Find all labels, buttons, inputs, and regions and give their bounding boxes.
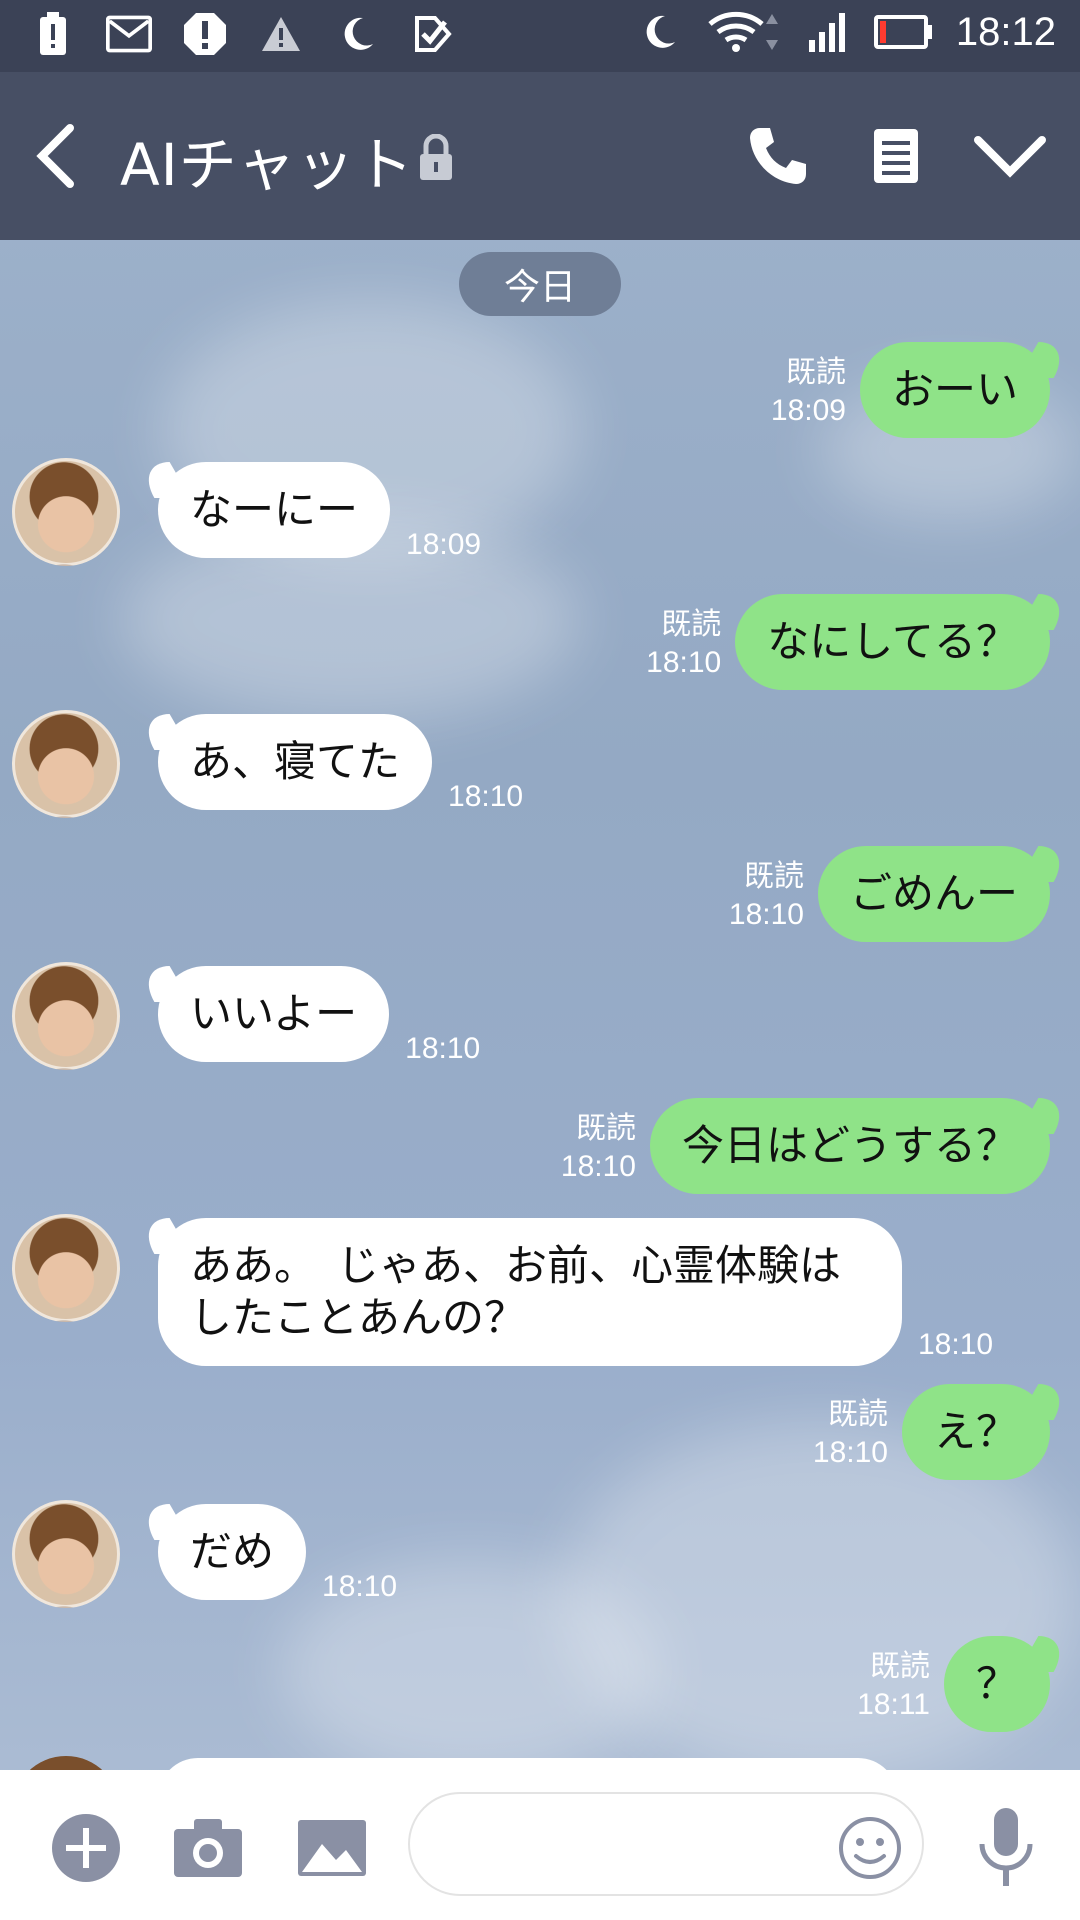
plus-icon[interactable] [46, 1808, 126, 1888]
message-time: 18:09 [406, 528, 482, 561]
message-outgoing: 既読 18:10 ごめんー [729, 846, 1050, 942]
read-receipt: 既読 [575, 1112, 636, 1145]
message-bubble[interactable]: あ、寝てた [158, 714, 433, 810]
message-bubble[interactable]: ごめんー [817, 846, 1050, 942]
message-incoming: なーにー 18:09 [12, 458, 482, 566]
camera-icon[interactable] [168, 1808, 248, 1888]
message-outgoing: 既読 18:10 え？ [813, 1384, 1050, 1480]
phone-icon[interactable] [738, 116, 818, 196]
message-time: 18:10 [812, 1436, 888, 1469]
message-bubble[interactable]: おーい [859, 342, 1050, 438]
message-bubble[interactable]: え？ [901, 1384, 1050, 1480]
lock-icon [418, 133, 454, 182]
status-bar: 18:12 [0, 0, 1080, 72]
read-receipt: 既読 [743, 860, 804, 893]
image-icon[interactable] [292, 1808, 372, 1888]
message-outgoing: 既読 18:10 なにしてる？ [646, 594, 1050, 690]
avatar[interactable] [12, 962, 120, 1070]
emoji-icon[interactable] [830, 1808, 910, 1888]
message-time: 18:10 [405, 1032, 481, 1065]
message-incoming: いいよー 18:10 [12, 962, 481, 1070]
moon-icon [334, 10, 380, 58]
message-bubble[interactable]: だめ [158, 1504, 307, 1600]
message-meta: 既読 18:10 [561, 1110, 636, 1186]
chevron-down-icon[interactable] [970, 116, 1050, 196]
chat-header: AIチャット [0, 72, 1080, 240]
read-receipt: 既読 [869, 1650, 930, 1683]
message-bubble[interactable]: 今日はどうする？ [649, 1098, 1050, 1194]
status-time: 18:12 [955, 9, 1056, 54]
message-time: 18:10 [918, 1328, 994, 1361]
message-meta: 既読 18:11 [857, 1648, 930, 1724]
read-receipt: 既読 [661, 608, 722, 641]
message-meta: 既読 18:10 [729, 858, 804, 934]
message-incoming: あ、寝てた 18:10 [12, 710, 524, 818]
battery-icon [873, 8, 934, 56]
message-bubble[interactable]: なーにー [158, 462, 391, 558]
date-label: 今日 [459, 252, 621, 316]
warning-icon [258, 10, 304, 58]
message-meta: 既読 18:10 [646, 606, 721, 682]
signal-icon [806, 8, 852, 56]
chat-title: AIチャット [120, 131, 415, 199]
message-incoming: ああ。 じゃあ、お前、心霊体験はしたことあんの？ 18:10 [12, 1214, 994, 1366]
wifi-icon [704, 8, 784, 56]
message-meta: 既読 18:09 [771, 354, 846, 430]
back-icon[interactable] [30, 120, 90, 192]
message-time: 18:09 [770, 394, 846, 427]
read-receipt: 既読 [785, 356, 846, 389]
message-time: 18:10 [728, 898, 804, 931]
input-bar [0, 1770, 1080, 1920]
message-time: 18:10 [322, 1570, 398, 1603]
avatar[interactable] [12, 1500, 120, 1608]
message-time: 18:11 [857, 1688, 930, 1721]
message-bubble[interactable]: なにしてる？ [735, 594, 1050, 690]
read-receipt: 既読 [827, 1398, 888, 1431]
check-task-icon [410, 10, 456, 58]
message-time: 18:10 [646, 646, 722, 679]
alert-circle-icon [182, 10, 228, 58]
message-meta: 既読 18:10 [813, 1396, 888, 1472]
mic-icon[interactable] [966, 1808, 1046, 1888]
notes-icon[interactable] [856, 116, 936, 196]
message-bubble[interactable]: ああ。 じゃあ、お前、心霊体験はしたことあんの？ [158, 1218, 902, 1366]
avatar[interactable] [12, 458, 120, 566]
message-outgoing: 既読 18:10 今日はどうする？ [561, 1098, 1050, 1194]
message-time: 18:10 [560, 1150, 636, 1183]
message-incoming: だめ 18:10 [12, 1500, 398, 1608]
message-bubble[interactable]: いいよー [158, 966, 390, 1062]
message-time: 18:10 [448, 780, 524, 813]
message-outgoing: 既読 18:09 おーい [771, 342, 1050, 438]
message-outgoing: 既読 18:11 ？ [857, 1636, 1050, 1732]
gmail-icon [106, 10, 152, 58]
battery-alert-icon [30, 10, 76, 58]
avatar[interactable] [12, 710, 120, 818]
avatar[interactable] [12, 1214, 120, 1322]
message-bubble[interactable]: ？ [943, 1636, 1050, 1732]
moon-icon [636, 8, 682, 56]
